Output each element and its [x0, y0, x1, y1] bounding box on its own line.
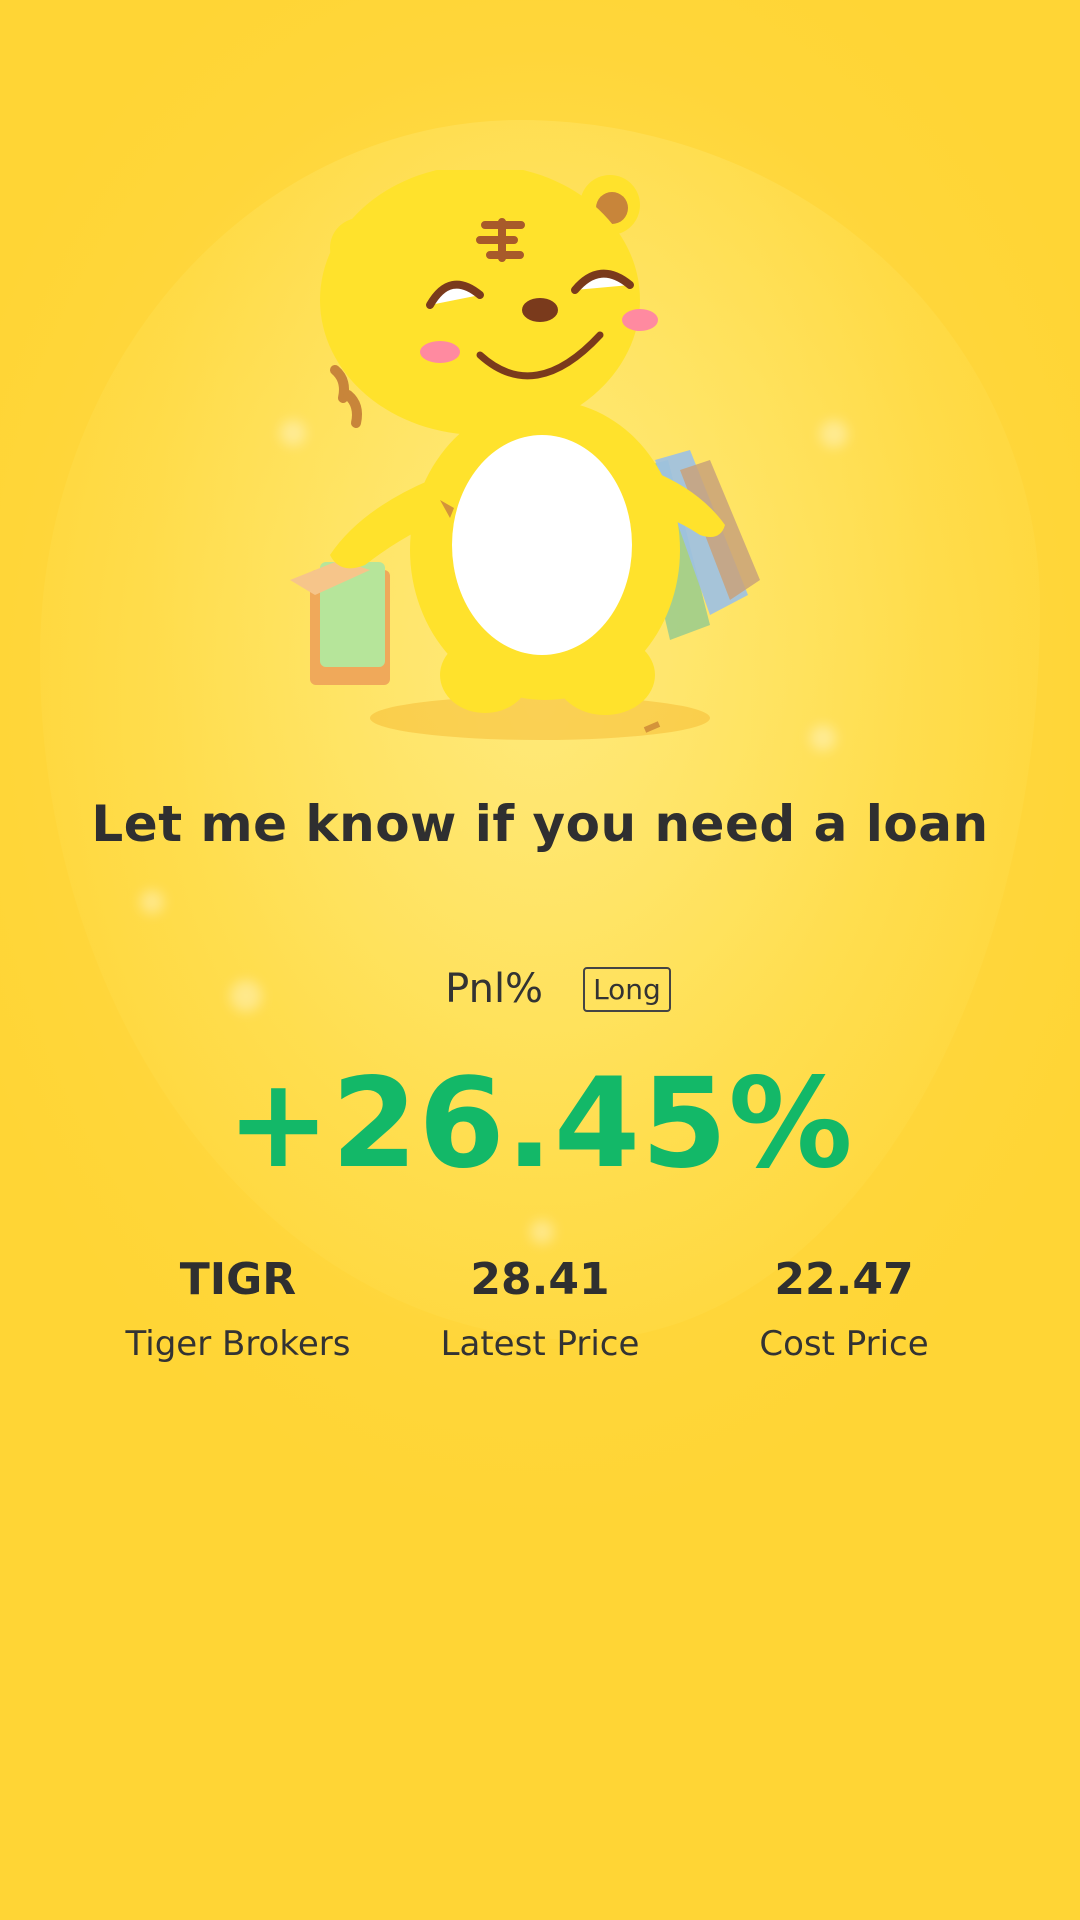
sparkle-decoration [810, 725, 836, 751]
stat-symbol: TIGR Tiger Brokers [88, 1252, 388, 1366]
sparkle-decoration [140, 890, 164, 914]
stats-row: TIGR Tiger Brokers 28.41 Latest Price 22… [0, 1252, 1080, 1382]
stat-cost-price: 22.47 Cost Price [694, 1252, 994, 1366]
stat-latest-price: 28.41 Latest Price [390, 1252, 690, 1366]
pnl-header: Pnl% Long [0, 966, 1080, 1012]
sparkle-decoration [530, 1220, 554, 1244]
stat-value: TIGR [179, 1254, 297, 1305]
headline: Let me know if you need a loan [91, 795, 989, 853]
stat-label: Tiger Brokers [125, 1324, 351, 1364]
stat-label: Cost Price [759, 1324, 929, 1364]
stat-label: Latest Price [440, 1324, 640, 1364]
tiger-mascot-icon [290, 170, 760, 740]
pnl-label: Pnl% [445, 966, 544, 1012]
position-tag: Long [583, 966, 671, 1012]
stat-value: 28.41 [470, 1254, 610, 1305]
stat-value: 22.47 [774, 1254, 914, 1305]
pnl-value: +26.45% [226, 1052, 854, 1196]
sparkle-decoration [820, 420, 848, 448]
